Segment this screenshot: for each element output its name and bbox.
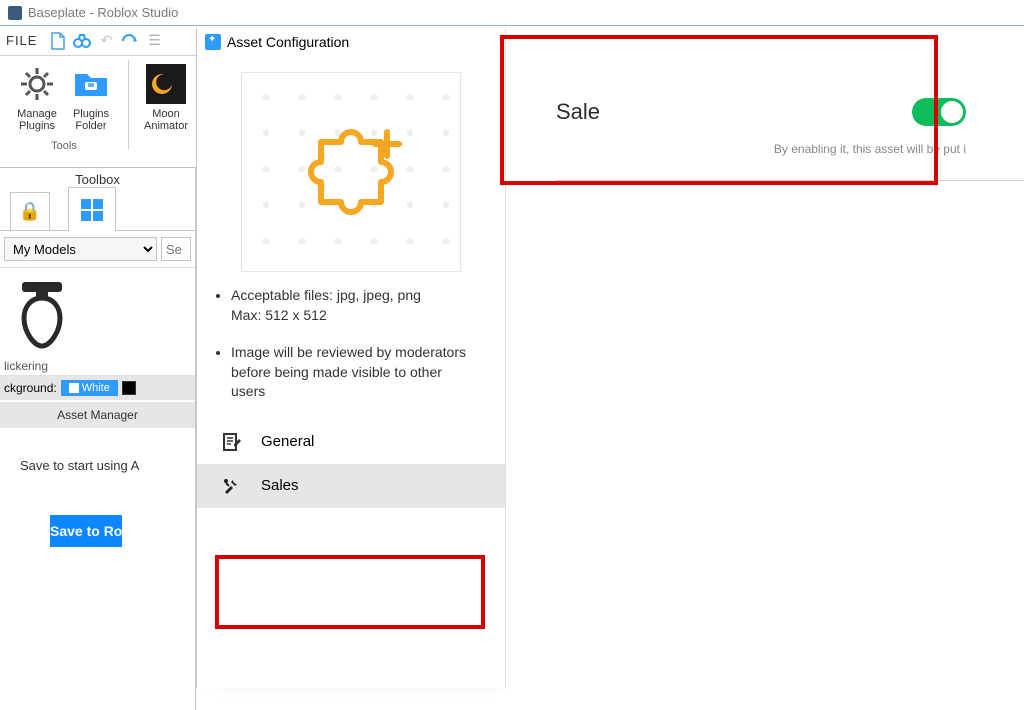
note-moderation: Image will be reviewed by moderators bef… (231, 343, 475, 402)
nav-sales-label: Sales (261, 477, 299, 494)
asset-config-panel: Asset Configuration Acceptable files: jp… (196, 28, 506, 688)
window-titlebar: Baseplate - Roblox Studio (0, 0, 1024, 26)
asset-config-notes: Acceptable files: jpg, jpeg, png Max: 51… (197, 282, 505, 402)
plugins-folder-label: Plugins Folder (66, 108, 116, 132)
new-file-icon[interactable] (49, 32, 67, 50)
tools-icon (221, 476, 241, 496)
binoculars-icon[interactable] (73, 32, 91, 50)
sale-label: Sale (556, 99, 600, 125)
asset-config-title-row: Asset Configuration (197, 28, 505, 56)
nav-general[interactable]: General (197, 420, 505, 464)
list-icon[interactable]: ☰ (145, 32, 163, 50)
sale-divider (556, 180, 1024, 181)
manage-plugins-button[interactable]: Manage Plugins (10, 60, 64, 134)
note-acceptable-files: Acceptable files: jpg, jpeg, png Max: 51… (231, 286, 475, 325)
toolbox-search-input[interactable] (161, 237, 191, 261)
manage-plugins-label: Manage Plugins (12, 108, 62, 132)
background-label: ckground: (4, 381, 57, 395)
redo-arrow-icon[interactable] (121, 32, 139, 50)
model-name: lickering (0, 353, 195, 376)
left-panel: Toolbox 🔒 My Models lickering ckground: … (0, 168, 196, 710)
asset-manager-title: Asset Manager (0, 402, 195, 428)
puzzle-plus-icon (291, 112, 411, 232)
models-dropdown[interactable]: My Models (4, 237, 157, 261)
toolbox-tab-inventory[interactable] (68, 187, 116, 231)
toolbox-tabs: 🔒 (0, 191, 195, 231)
nav-general-label: General (261, 433, 314, 450)
save-message: Save to start using A (0, 428, 195, 485)
undo-icon[interactable]: ↶ (97, 32, 115, 50)
grid-icon (81, 199, 103, 221)
background-white-chip[interactable]: White (61, 380, 118, 396)
nav-sales[interactable]: Sales (197, 464, 505, 508)
file-menu[interactable]: FILE (6, 33, 37, 48)
moon-icon (144, 62, 188, 106)
ribbon-group-label: Tools (51, 140, 77, 152)
sale-toggle[interactable] (912, 98, 966, 126)
moon-animator-button[interactable]: Moon Animator (139, 60, 193, 134)
background-black-chip[interactable] (122, 381, 136, 395)
sale-row: Sale (556, 98, 966, 126)
asset-config-icon (205, 34, 221, 50)
folder-icon (69, 62, 113, 106)
ribbon-group-moon: Moon Animator (133, 60, 199, 167)
document-edit-icon (221, 432, 241, 452)
toolbox-tab-marketplace[interactable]: 🔒 (10, 192, 50, 230)
background-row: ckground: White (0, 376, 195, 400)
model-thumbnail[interactable] (12, 278, 72, 353)
sale-subtext: By enabling it, this asset will be put i (556, 142, 966, 156)
plugins-folder-button[interactable]: Plugins Folder (64, 60, 118, 134)
sale-panel: Sale By enabling it, this asset will be … (506, 28, 1024, 688)
window-title: Baseplate - Roblox Studio (28, 5, 178, 20)
bag-icon: 🔒 (19, 201, 41, 222)
asset-thumbnail-upload[interactable] (241, 72, 461, 272)
asset-config-title: Asset Configuration (227, 34, 349, 50)
toolbox-search-row: My Models (0, 231, 195, 268)
toggle-knob (941, 101, 963, 123)
asset-config-nav: General Sales (197, 420, 505, 508)
moon-animator-label: Moon Animator (141, 108, 191, 132)
ribbon-separator (128, 60, 129, 150)
app-icon (8, 6, 22, 20)
ribbon-group-tools: Manage Plugins Plugins Folder Tools (4, 60, 124, 167)
save-to-roblox-button[interactable]: Save to Ro (50, 515, 122, 547)
gear-icon (15, 62, 59, 106)
